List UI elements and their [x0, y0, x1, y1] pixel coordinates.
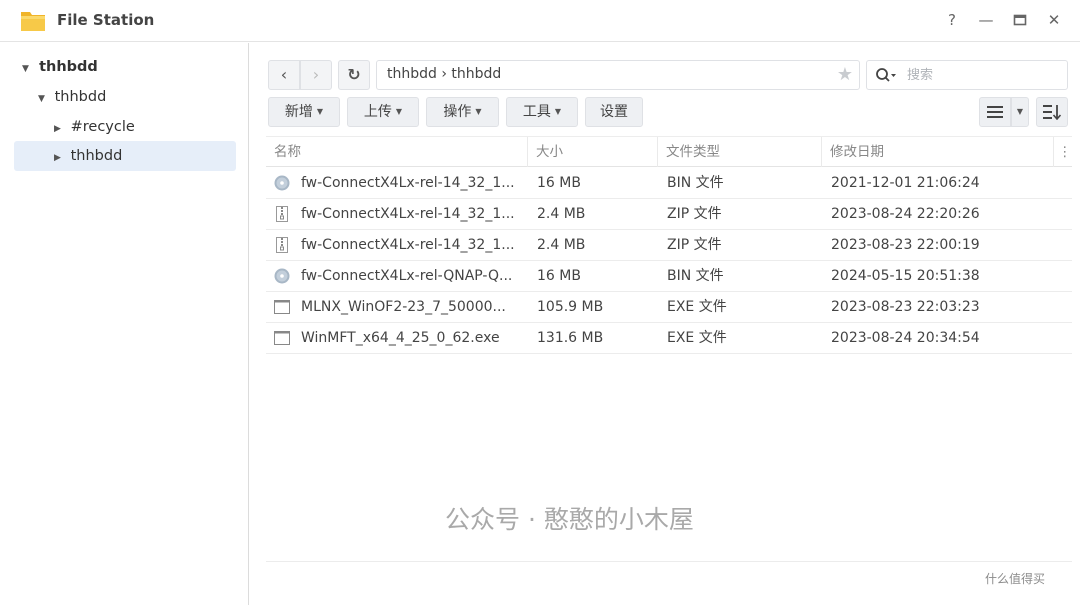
- cell-type: ZIP 文件: [667, 237, 722, 253]
- column-menu-icon[interactable]: ⋮: [1054, 137, 1072, 167]
- list-view-button[interactable]: [979, 97, 1011, 127]
- cell-name: MLNX_WinOF2-23_7_50000...: [301, 299, 506, 315]
- zip-icon: [274, 237, 290, 253]
- cell-date: 2023-08-23 22:00:19: [831, 237, 980, 253]
- breadcrumb: thhbdd › thhbdd: [387, 66, 502, 82]
- caret-down-icon: ▼: [554, 107, 562, 116]
- upload-button[interactable]: 上传 ▼: [347, 97, 419, 127]
- action-button-label: 操作: [443, 104, 472, 120]
- cell-size: 16 MB: [537, 175, 581, 191]
- table-row[interactable]: fw-ConnectX4Lx-rel-14_32_1... 16 MB BIN 文件…: [266, 168, 1072, 199]
- column-header-size[interactable]: 大小: [528, 137, 658, 167]
- cell-type: BIN 文件: [667, 268, 724, 284]
- watermark-text: 公众号 · 憨憨的小木屋: [445, 505, 694, 534]
- cell-date: 2024-05-15 20:51:38: [831, 268, 980, 284]
- search-icon[interactable]: [875, 67, 897, 85]
- tree-item-label: thhbdd: [54, 89, 107, 105]
- cell-date: 2023-08-24 20:34:54: [831, 330, 980, 346]
- cell-size: 105.9 MB: [537, 299, 604, 315]
- tree-item-thhbdd-selected[interactable]: ▶ thhbdd: [14, 141, 236, 171]
- help-button[interactable]: ?: [942, 10, 962, 30]
- table-row[interactable]: fw-ConnectX4Lx-rel-QNAP-Q... 16 MB BIN 文件 2…: [266, 261, 1072, 292]
- cell-name: WinMFT_x64_4_25_0_62.exe: [301, 330, 500, 346]
- cell-size: 131.6 MB: [537, 330, 604, 346]
- cell-name: fw-ConnectX4Lx-rel-14_32_1...: [301, 237, 515, 253]
- search-box[interactable]: [866, 60, 1068, 90]
- forward-button[interactable]: ›: [300, 60, 332, 90]
- column-header-type[interactable]: 文件类型: [658, 137, 822, 167]
- search-input[interactable]: [907, 65, 1057, 85]
- tree-item-root[interactable]: ▼ thhbdd: [22, 53, 98, 81]
- sort-icon: [1043, 105, 1062, 121]
- tools-button-label: 工具: [522, 104, 551, 120]
- cell-name: fw-ConnectX4Lx-rel-14_32_1...: [301, 175, 515, 191]
- caret-down-icon: ▼: [1016, 107, 1024, 116]
- action-button[interactable]: 操作 ▼: [426, 97, 499, 127]
- star-icon[interactable]: ★: [837, 64, 853, 85]
- cell-type: EXE 文件: [667, 299, 727, 315]
- sidebar: ▼ thhbdd ▼ thhbdd ▶ #recycle ▶ thhbdd: [0, 43, 249, 605]
- disc-icon: [274, 268, 290, 284]
- tree-item-thhbdd[interactable]: ▼ thhbdd: [38, 83, 106, 111]
- window-title: File Station: [57, 11, 155, 29]
- cell-name: fw-ConnectX4Lx-rel-14_32_1...: [301, 206, 515, 222]
- collapse-arrow-icon[interactable]: ▶: [54, 143, 66, 173]
- cell-type: ZIP 文件: [667, 206, 722, 222]
- caret-down-icon: ▼: [316, 107, 324, 116]
- collapse-arrow-icon[interactable]: ▶: [54, 115, 66, 143]
- refresh-button[interactable]: ↻: [338, 60, 370, 90]
- path-bar[interactable]: thhbdd › thhbdd ★: [376, 60, 860, 90]
- tree-item-recycle[interactable]: ▶ #recycle: [54, 113, 135, 141]
- sort-button[interactable]: [1036, 97, 1068, 127]
- close-button[interactable]: ✕: [1044, 10, 1064, 30]
- table-row[interactable]: WinMFT_x64_4_25_0_62.exe 131.6 MB EXE 文件 20…: [266, 323, 1072, 354]
- cell-size: 2.4 MB: [537, 206, 586, 222]
- back-button[interactable]: ‹: [268, 60, 300, 90]
- new-button[interactable]: 新增 ▼: [268, 97, 340, 127]
- cell-date: 2023-08-23 22:03:23: [831, 299, 980, 315]
- cell-type: EXE 文件: [667, 330, 727, 346]
- zip-icon: [274, 206, 290, 222]
- table-header: 名称 大小 文件类型 修改日期 ⋮: [266, 136, 1072, 167]
- expand-arrow-icon[interactable]: ▼: [38, 85, 50, 113]
- column-header-date[interactable]: 修改日期: [822, 137, 1054, 167]
- disc-icon: [274, 175, 290, 191]
- settings-button[interactable]: 设置: [585, 97, 643, 127]
- exe-icon: [274, 299, 290, 315]
- table-row[interactable]: fw-ConnectX4Lx-rel-14_32_1... 2.4 MB ZIP 文…: [266, 199, 1072, 230]
- cell-type: BIN 文件: [667, 175, 724, 191]
- cell-size: 16 MB: [537, 268, 581, 284]
- table-row[interactable]: fw-ConnectX4Lx-rel-14_32_1... 2.4 MB ZIP 文…: [266, 230, 1072, 261]
- maximize-button[interactable]: [1010, 10, 1030, 30]
- new-button-label: 新增: [284, 104, 313, 120]
- title-bar: File Station ? — ✕: [0, 0, 1080, 42]
- table-row[interactable]: MLNX_WinOF2-23_7_50000... 105.9 MB EXE 文件 2…: [266, 292, 1072, 323]
- column-header-name[interactable]: 名称: [266, 137, 528, 167]
- minimize-button[interactable]: —: [976, 10, 996, 30]
- cell-date: 2021-12-01 21:06:24: [831, 175, 980, 191]
- watermark-sub: 什么值得买: [985, 572, 1046, 586]
- cell-name: fw-ConnectX4Lx-rel-QNAP-Q...: [301, 268, 513, 284]
- tree-item-label: thhbdd: [70, 148, 123, 164]
- tools-button[interactable]: 工具 ▼: [506, 97, 578, 127]
- caret-down-icon: ▼: [395, 107, 403, 116]
- maximize-icon: [1013, 14, 1027, 26]
- exe-icon: [274, 330, 290, 346]
- list-view-icon: [987, 106, 1003, 118]
- table-footer-divider: [266, 561, 1072, 562]
- cell-size: 2.4 MB: [537, 237, 586, 253]
- folder-app-icon: [21, 12, 45, 31]
- view-dropdown-button[interactable]: ▼: [1011, 97, 1029, 127]
- tree-item-label: #recycle: [70, 119, 135, 135]
- caret-down-icon: ▼: [475, 107, 482, 116]
- upload-button-label: 上传: [363, 104, 392, 120]
- tree-item-label: thhbdd: [39, 59, 98, 75]
- cell-date: 2023-08-24 22:20:26: [831, 206, 980, 222]
- expand-arrow-icon[interactable]: ▼: [22, 55, 34, 83]
